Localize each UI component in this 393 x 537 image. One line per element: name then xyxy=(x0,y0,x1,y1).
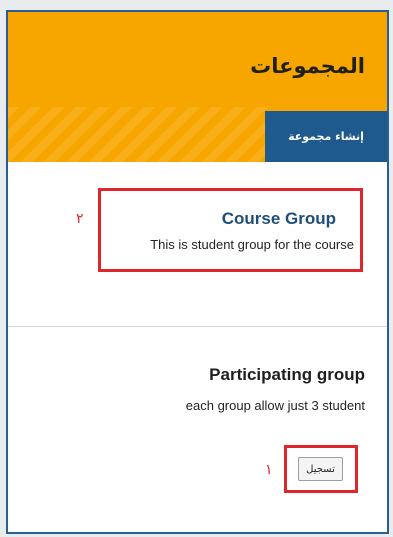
page-title: المجموعات xyxy=(250,54,365,78)
header-stripes xyxy=(8,107,268,162)
participating-group-description: each group allow just 3 student xyxy=(185,398,365,413)
annotation-marker-2: ٢ xyxy=(76,211,84,227)
participating-group-title: Participating group xyxy=(209,365,365,384)
course-group-title[interactable]: Course Group xyxy=(222,209,336,229)
register-button[interactable]: تسجيل xyxy=(298,457,343,481)
course-group-section: ٢ Course Group This is student group for… xyxy=(8,162,387,327)
course-group-description: This is student group for the course xyxy=(150,237,354,252)
participating-group-section: Participating group each group allow jus… xyxy=(8,327,387,532)
course-group-highlight-box: Course Group This is student group for t… xyxy=(98,188,363,272)
register-highlight-box: تسجيل xyxy=(284,445,358,493)
groups-panel: المجموعات إنشاء مجموعة ٢ Course Group Th… xyxy=(6,10,389,534)
groups-header: المجموعات إنشاء مجموعة xyxy=(8,12,387,162)
create-group-button[interactable]: إنشاء مجموعة xyxy=(265,111,387,162)
annotation-marker-1: ١ xyxy=(265,462,273,478)
